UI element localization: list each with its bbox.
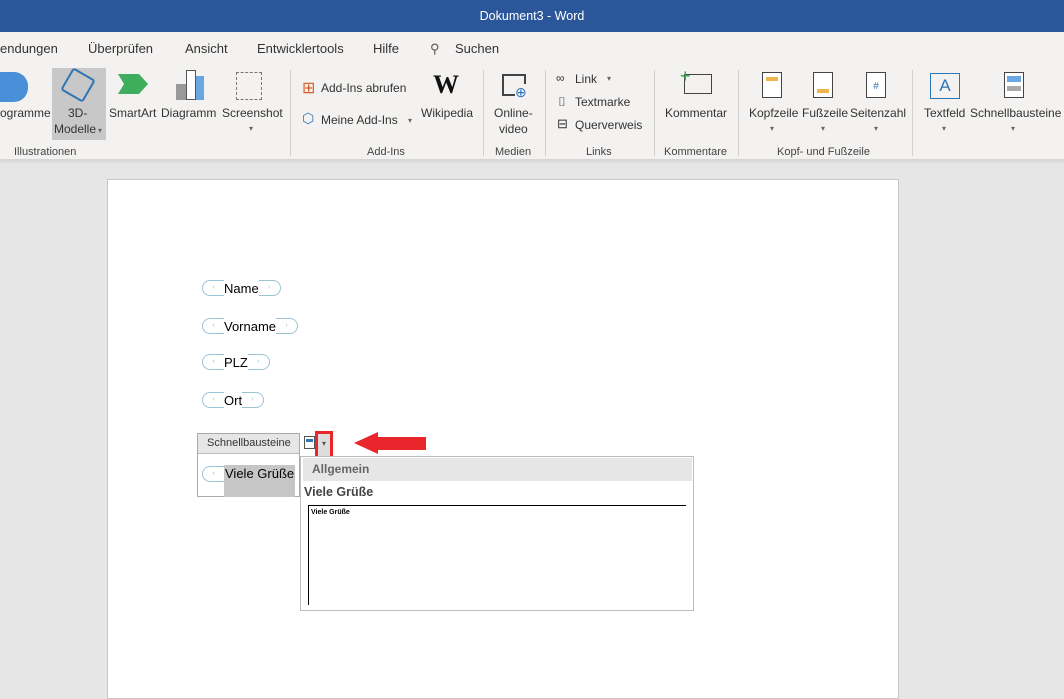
group-kommentare: Kommentare bbox=[664, 146, 727, 158]
link-icon: ∞ bbox=[556, 71, 565, 85]
get-addins-button[interactable]: Add-Ins abrufen bbox=[321, 81, 406, 95]
group-medien: Medien bbox=[495, 146, 532, 158]
screenshot-icon bbox=[236, 72, 262, 100]
smartart-button[interactable]: SmartArt bbox=[109, 106, 156, 120]
link-button[interactable]: Link bbox=[575, 72, 597, 86]
page-number-icon: # bbox=[866, 72, 886, 98]
querverweis-button[interactable]: Querverweis bbox=[575, 118, 642, 132]
content-control-ort[interactable]: ‹ Ort › bbox=[202, 391, 265, 409]
content-control-plz[interactable]: ‹ PLZ › bbox=[202, 353, 270, 371]
field-text: Ort bbox=[224, 392, 243, 408]
header-icon bbox=[762, 72, 782, 98]
content-control-name[interactable]: ‹ Name › bbox=[202, 279, 281, 297]
online-video-button[interactable]: Online- bbox=[494, 106, 533, 120]
tab-ansicht[interactable]: Ansicht bbox=[185, 41, 228, 56]
quickparts-icon bbox=[1004, 72, 1024, 98]
wikipedia-icon: W bbox=[433, 70, 459, 99]
window-title: Dokument3 - Word bbox=[479, 9, 585, 23]
ribbon: ogramme 3D- Modelle ▾ SmartArt Diagramm S… bbox=[0, 66, 1064, 160]
kommentar-button[interactable]: Kommentar bbox=[665, 106, 727, 120]
store-icon: ⊞ bbox=[302, 80, 316, 97]
footer-icon bbox=[813, 72, 833, 98]
textmarke-button[interactable]: Textmarke bbox=[575, 95, 630, 109]
quickparts-dropdown-button[interactable]: ▾ bbox=[315, 431, 333, 459]
smartart-icon bbox=[118, 74, 148, 94]
gallery-entry-title[interactable]: Viele Grüße bbox=[301, 481, 693, 499]
screenshot-button[interactable]: Screenshot bbox=[222, 106, 283, 120]
quickparts-control-title: Schnellbausteine bbox=[198, 434, 299, 454]
schnellbausteine-button[interactable]: Schnellbausteine bbox=[970, 106, 1061, 120]
group-addins: Add-Ins bbox=[367, 146, 405, 158]
selected-text: Viele Grüße bbox=[224, 465, 296, 497]
smartart-programs-icon bbox=[0, 72, 28, 102]
crossref-icon: ⊟ bbox=[557, 116, 568, 131]
tab-hilfe[interactable]: Hilfe bbox=[373, 41, 399, 56]
seitenzahl-button[interactable]: Seitenzahl bbox=[850, 106, 906, 120]
quickparts-gallery: Allgemein Viele Grüße Viele Grüße bbox=[300, 456, 694, 611]
quickparts-small-icon bbox=[304, 436, 315, 449]
tab-ueberpruefen[interactable]: Überprüfen bbox=[88, 41, 153, 56]
textfeld-button[interactable]: Textfeld bbox=[924, 106, 965, 120]
content-control-grusse[interactable]: ‹ Viele Grüße bbox=[202, 465, 296, 497]
kopfzeile-button[interactable]: Kopfzeile bbox=[749, 106, 798, 120]
programme-button[interactable]: ogramme bbox=[0, 106, 51, 120]
field-text: Vorname bbox=[224, 318, 277, 334]
video-label: video bbox=[499, 122, 528, 136]
gallery-category-header: Allgemein bbox=[303, 458, 692, 481]
group-illustrationen: Illustrationen bbox=[14, 146, 77, 158]
ribbon-tabs: endungen Überprüfen Ansicht Entwicklerto… bbox=[0, 32, 1064, 66]
group-links: Links bbox=[586, 146, 612, 158]
bookmark-icon: ⌷ bbox=[558, 94, 566, 109]
content-control-vorname[interactable]: ‹ Vorname › bbox=[202, 317, 299, 335]
my-addins-icon: ⬡ bbox=[302, 110, 315, 126]
my-addins-button[interactable]: Meine Add-Ins bbox=[321, 113, 398, 127]
gallery-entry-preview[interactable]: Viele Grüße bbox=[308, 505, 686, 605]
fusszeile-button[interactable]: Fußzeile bbox=[802, 106, 848, 120]
field-text: PLZ bbox=[224, 354, 248, 370]
wikipedia-button[interactable]: Wikipedia bbox=[421, 106, 473, 120]
field-text: Name bbox=[224, 280, 259, 296]
modelle-label: Modelle bbox=[54, 122, 97, 136]
tab-entwicklertools[interactable]: Entwicklertools bbox=[257, 41, 344, 56]
tab-sendungen[interactable]: endungen bbox=[0, 41, 58, 56]
3d-label: 3D- bbox=[68, 106, 88, 120]
search-box[interactable]: Suchen bbox=[455, 41, 499, 56]
textbox-icon: A bbox=[930, 73, 960, 99]
search-icon[interactable]: ⚲ bbox=[430, 41, 440, 57]
diagramm-button[interactable]: Diagramm bbox=[161, 106, 216, 120]
red-arrow-annotation bbox=[354, 432, 426, 454]
title-bar: Dokument3 - Word bbox=[0, 0, 1064, 32]
group-kopf-fusszeile: Kopf- und Fußzeile bbox=[777, 146, 870, 158]
chart-icon bbox=[176, 84, 186, 100]
preview-text: Viele Grüße bbox=[311, 509, 350, 516]
